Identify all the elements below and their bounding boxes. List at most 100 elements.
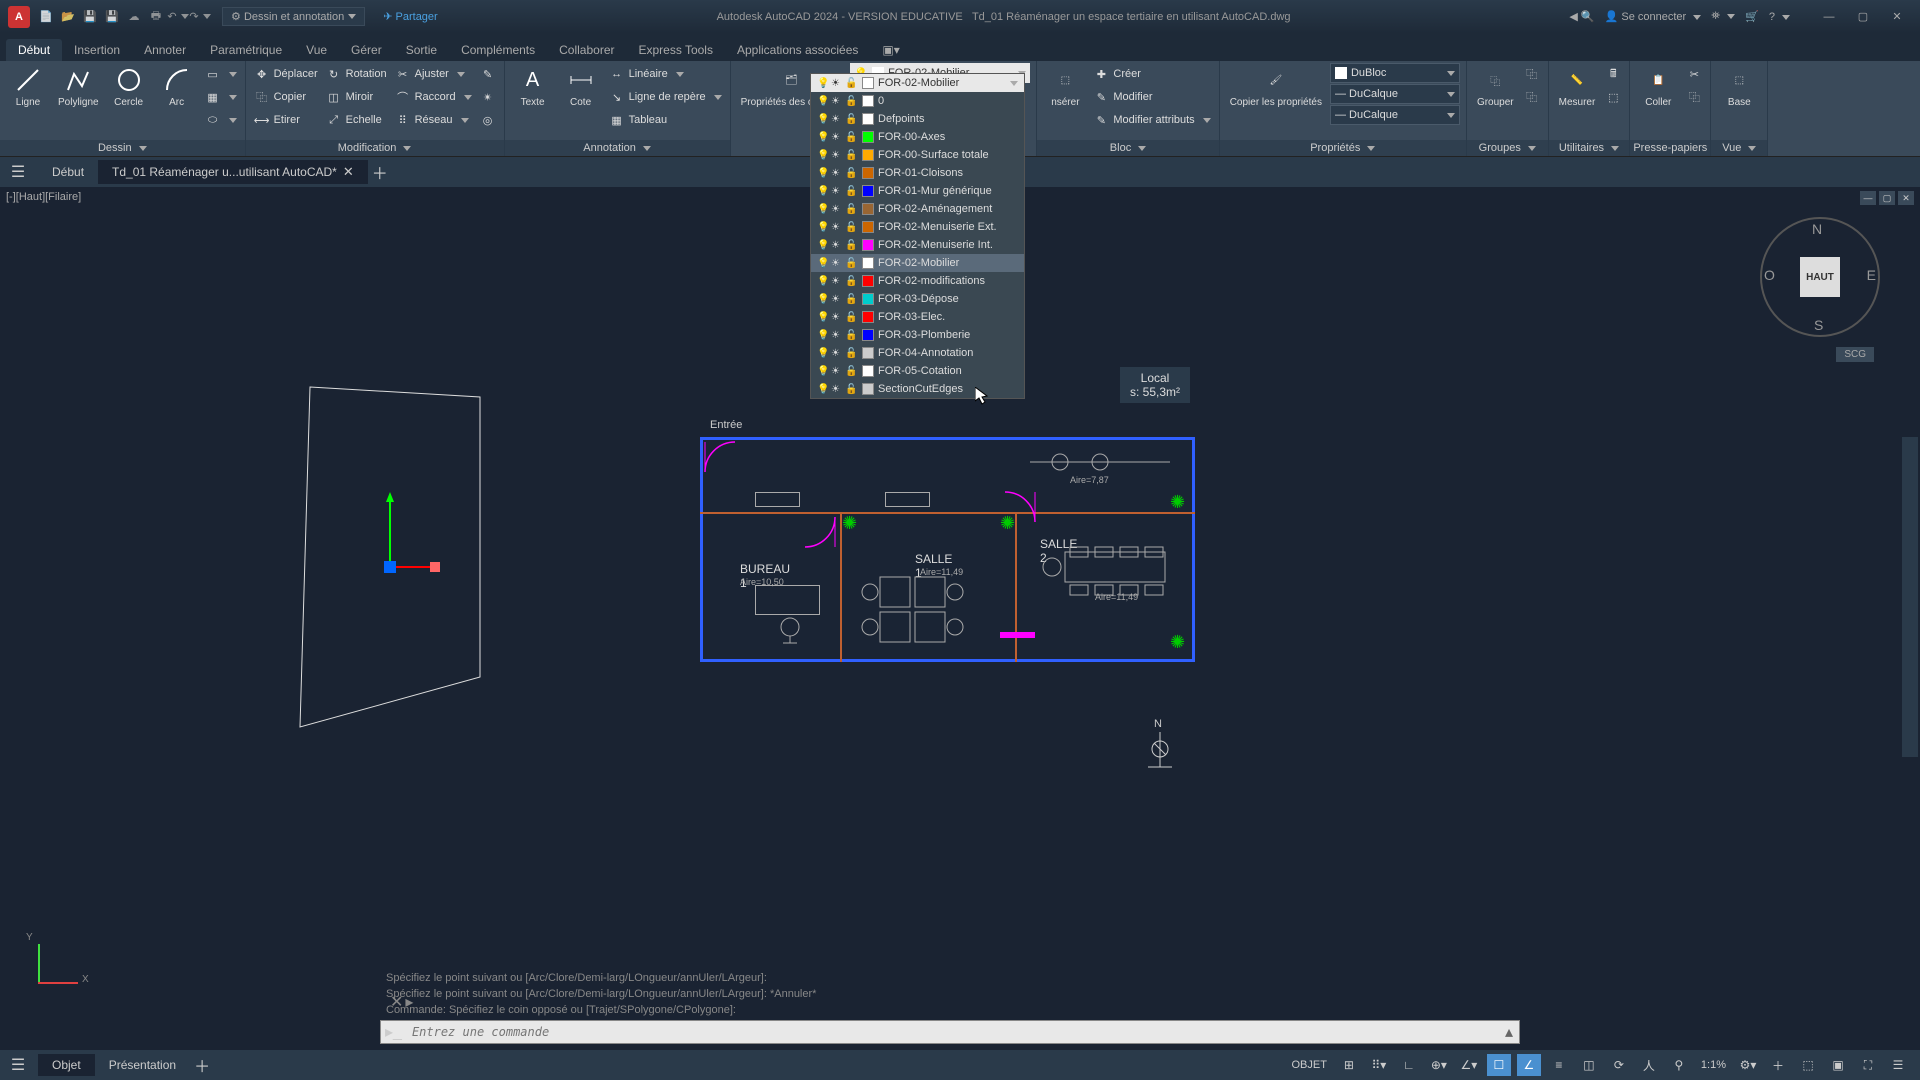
menu-icon[interactable]: ☰: [6, 160, 30, 184]
panel-title-groupes[interactable]: Groupes: [1467, 140, 1548, 156]
layer-item[interactable]: 💡☀🔓FOR-03-Elec.: [811, 308, 1024, 326]
tab-parametrique[interactable]: Paramétrique: [198, 39, 294, 61]
mirror-button[interactable]: ◫Miroir: [324, 86, 389, 108]
layer-item[interactable]: 💡☀🔓FOR-02-Aménagement: [811, 200, 1024, 218]
panel-title-modification[interactable]: Modification: [246, 140, 504, 156]
layer-item[interactable]: 💡☀🔓FOR-03-Plomberie: [811, 326, 1024, 344]
tab-collaborer[interactable]: Collaborer: [547, 39, 626, 61]
matchprops-button[interactable]: 🖌Copier les propriétés: [1226, 63, 1326, 110]
leader-button[interactable]: ↘Ligne de repère: [607, 86, 724, 108]
fillet-button[interactable]: ⌒Raccord: [393, 86, 474, 108]
layer-dropdown[interactable]: 💡☀🔓 FOR-02-Mobilier 💡☀🔓0💡☀🔓Defpoints💡☀🔓F…: [810, 73, 1025, 399]
layer-item[interactable]: 💡☀🔓FOR-00-Axes: [811, 128, 1024, 146]
ucs-label[interactable]: SCG: [1836, 347, 1874, 362]
close-tab-icon[interactable]: ✕: [343, 164, 354, 180]
base-button[interactable]: ⬚Base: [1717, 63, 1761, 110]
copy-button[interactable]: ⿻Copier: [252, 86, 320, 108]
vertical-scrollbar[interactable]: [1902, 437, 1918, 757]
iso-btn[interactable]: ⬚: [1796, 1054, 1820, 1076]
compass-s[interactable]: S: [1814, 317, 1823, 333]
polyline-button[interactable]: Polyligne: [54, 63, 103, 110]
vp-close-icon[interactable]: ✕: [1898, 191, 1914, 205]
offset-button[interactable]: ◎: [478, 109, 498, 131]
layer-item[interactable]: 💡☀🔓FOR-02-modifications: [811, 272, 1024, 290]
edit-attr-button[interactable]: ✎Modifier attributs: [1091, 109, 1212, 131]
layer-item[interactable]: 💡☀🔓FOR-02-Menuiserie Ext.: [811, 218, 1024, 236]
layer-item[interactable]: 💡☀🔓Defpoints: [811, 110, 1024, 128]
save-icon[interactable]: 💾: [80, 7, 100, 27]
tab-featured[interactable]: ▣▾: [870, 39, 911, 61]
scale-button[interactable]: ⤢Echelle: [324, 109, 389, 131]
polar-toggle[interactable]: ⊕▾: [1427, 1054, 1451, 1076]
point-button[interactable]: ⬚: [1603, 86, 1623, 108]
otrack-toggle[interactable]: ∠: [1517, 1054, 1541, 1076]
panel-title-utilitaires[interactable]: Utilitaires: [1549, 140, 1630, 156]
cmd-up-icon[interactable]: ▴: [1499, 1022, 1519, 1042]
layer-item[interactable]: 💡☀🔓0: [811, 92, 1024, 110]
panel-title-vue[interactable]: Vue: [1711, 140, 1767, 156]
panel-title-annotation[interactable]: Annotation: [505, 140, 730, 156]
ucs-gizmo[interactable]: [370, 477, 440, 587]
layer-item[interactable]: 💡☀🔓FOR-03-Dépose: [811, 290, 1024, 308]
tab-objet[interactable]: Objet: [38, 1054, 95, 1076]
layer-item[interactable]: 💡☀🔓FOR-01-Cloisons: [811, 164, 1024, 182]
minimize-button[interactable]: —: [1814, 6, 1844, 28]
saveas-icon[interactable]: 💾: [102, 7, 122, 27]
tab-debut[interactable]: Début: [6, 39, 62, 61]
grid-toggle[interactable]: ⊞: [1337, 1054, 1361, 1076]
full-btn[interactable]: ⛶: [1856, 1054, 1880, 1076]
ungroup-button[interactable]: ⿻: [1522, 63, 1542, 85]
vp-max-icon[interactable]: ▢: [1879, 191, 1895, 205]
share-button[interactable]: ✈ Partager: [383, 10, 437, 23]
array-button[interactable]: ⠿Réseau: [393, 109, 474, 131]
circle-button[interactable]: Cercle: [107, 63, 151, 110]
vp-min-icon[interactable]: —: [1860, 191, 1876, 205]
layer-item[interactable]: 💡☀🔓FOR-02-Menuiserie Int.: [811, 236, 1024, 254]
calc-button[interactable]: 🖩: [1603, 63, 1623, 85]
close-button[interactable]: ✕: [1882, 6, 1912, 28]
cut-button[interactable]: ✂: [1684, 63, 1704, 85]
stretch-button[interactable]: ⟷Etirer: [252, 109, 320, 131]
add-tab-button[interactable]: ＋: [368, 160, 392, 184]
table-button[interactable]: ▦Tableau: [607, 109, 724, 131]
group-button[interactable]: ⿻Grouper: [1473, 63, 1518, 110]
layer-item[interactable]: 💡☀🔓SectionCutEdges: [811, 380, 1024, 398]
redo-icon[interactable]: ↷: [190, 7, 210, 27]
panel-title-dessin[interactable]: Dessin: [0, 140, 245, 156]
signin-button[interactable]: 👤 Se connecter: [1605, 10, 1702, 23]
tab-complements[interactable]: Compléments: [449, 39, 547, 61]
layer-item[interactable]: 💡☀🔓FOR-00-Surface totale: [811, 146, 1024, 164]
rotate-button[interactable]: ↻Rotation: [324, 63, 389, 85]
group2-button[interactable]: ⿻: [1522, 86, 1542, 108]
layer-item[interactable]: 💡☀🔓FOR-05-Cotation: [811, 362, 1024, 380]
gear-toggle[interactable]: ⚙▾: [1736, 1054, 1760, 1076]
plot-icon[interactable]: 🖶: [146, 7, 166, 27]
web-icon[interactable]: ☁: [124, 7, 144, 27]
tab-sortie[interactable]: Sortie: [394, 39, 449, 61]
viewcube-face[interactable]: HAUT: [1800, 257, 1840, 297]
scale-text[interactable]: 1:1%: [1697, 1059, 1730, 1071]
layer-item[interactable]: 💡☀🔓FOR-01-Mur générique: [811, 182, 1024, 200]
tab-express[interactable]: Express Tools: [626, 39, 724, 61]
arc-button[interactable]: Arc: [155, 63, 199, 110]
dim-button[interactable]: Cote: [559, 63, 603, 110]
linear-button[interactable]: ↔Linéaire: [607, 63, 724, 85]
anno-scale[interactable]: ⟳: [1607, 1054, 1631, 1076]
line-button[interactable]: Ligne: [6, 63, 50, 110]
file-tab-current[interactable]: Td_01 Réaménager u...utilisant AutoCAD* …: [98, 160, 368, 184]
command-input-wrap[interactable]: ▸_ ▴: [380, 1020, 1520, 1044]
lineweight-combo[interactable]: — DuCalque: [1330, 84, 1460, 104]
layer-dropdown-header[interactable]: 💡☀🔓 FOR-02-Mobilier: [811, 74, 1024, 92]
workspace-selector[interactable]: ⚙ Dessin et annotation: [222, 7, 365, 26]
anno-vis[interactable]: 人: [1637, 1054, 1661, 1076]
search-icon[interactable]: ◀ 🔍: [1569, 10, 1594, 23]
new-icon[interactable]: 📄: [36, 7, 56, 27]
tab-apps[interactable]: Applications associées: [725, 39, 870, 61]
text-button[interactable]: ATexte: [511, 63, 555, 110]
add-layout-button[interactable]: ＋: [190, 1053, 214, 1077]
iso-toggle[interactable]: ∠▾: [1457, 1054, 1481, 1076]
panel-title-proprietes[interactable]: Propriétés: [1220, 140, 1466, 156]
tab-gerer[interactable]: Gérer: [339, 39, 394, 61]
panel-title-bloc[interactable]: Bloc: [1037, 140, 1218, 156]
layout-menu-icon[interactable]: ☰: [6, 1053, 30, 1077]
